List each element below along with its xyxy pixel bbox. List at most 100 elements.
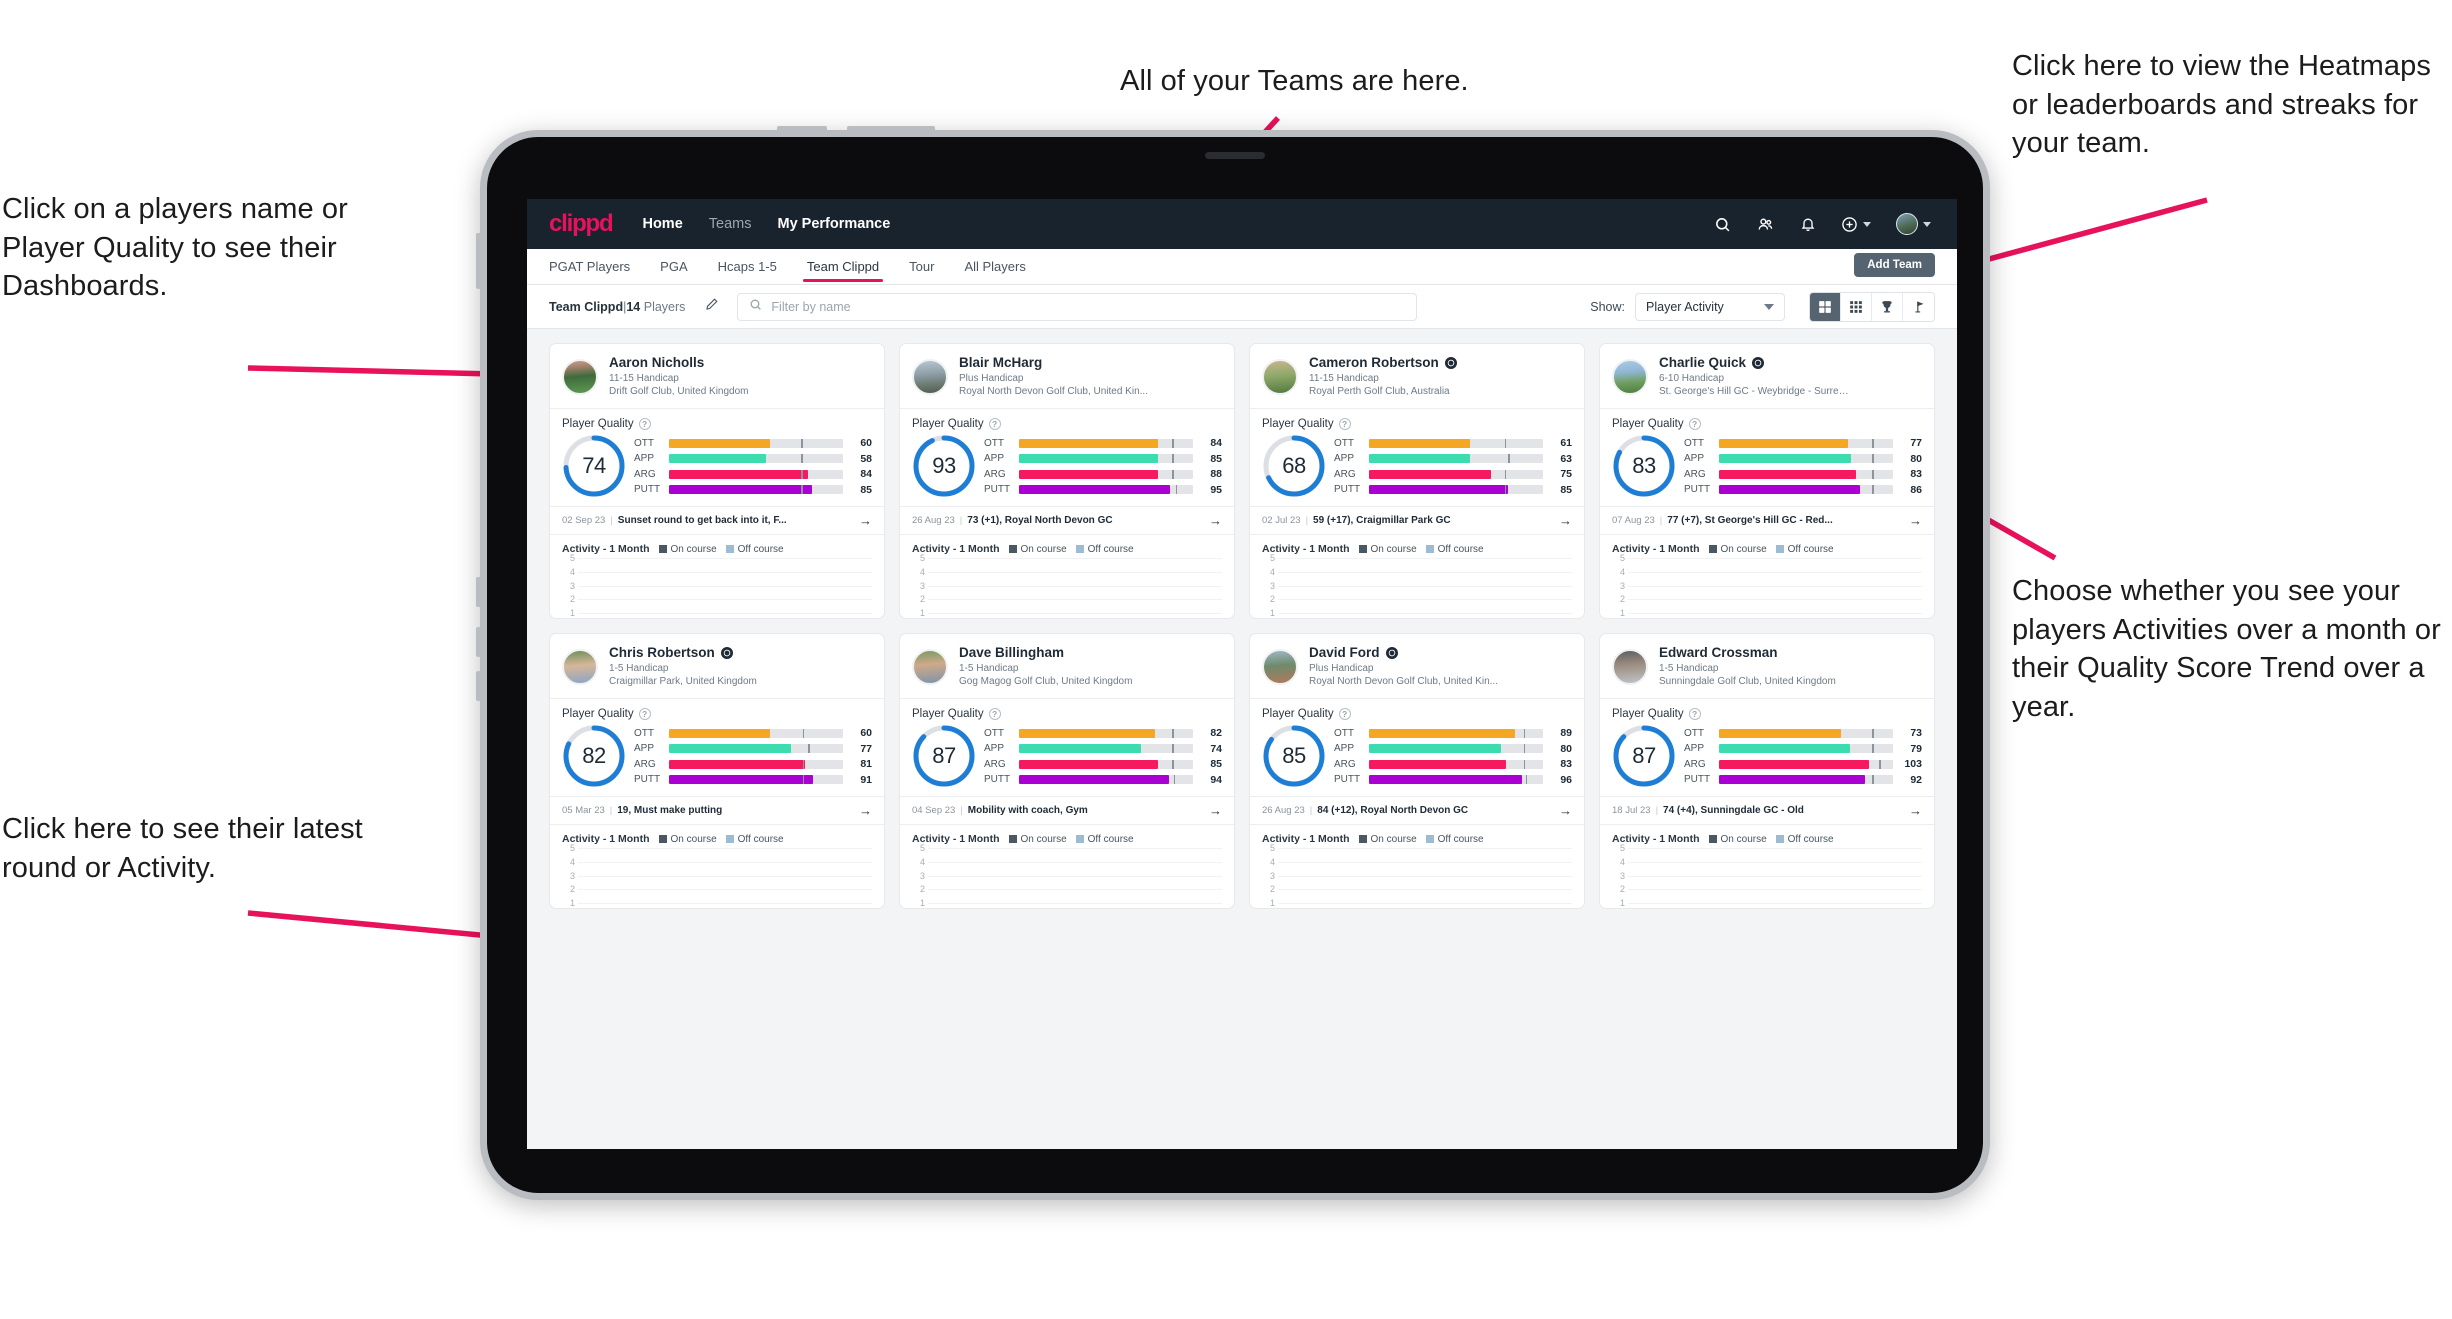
player-avatar[interactable]: [1262, 358, 1298, 395]
question-mark-icon[interactable]: ?: [638, 708, 651, 721]
metric-bar-fill: [1019, 775, 1169, 785]
question-mark-icon[interactable]: ?: [1688, 708, 1701, 721]
player-name[interactable]: Edward Crossman: [1659, 645, 1836, 660]
player-quality-ring[interactable]: 87: [912, 724, 976, 788]
latest-activity-row[interactable]: 26 Aug 23 | 84 (+12), Royal North Devon …: [1250, 796, 1584, 826]
plus-circle-menu[interactable]: [1841, 216, 1871, 233]
bell-icon[interactable]: [1800, 216, 1816, 233]
player-card[interactable]: Chris Robertson 1-5 Handicap Craigmillar…: [549, 633, 885, 909]
player-card[interactable]: Dave Billingham 1-5 Handicap Gog Magog G…: [899, 633, 1235, 909]
player-card-header[interactable]: Blair McHarg Plus Handicap Royal North D…: [900, 344, 1234, 408]
player-quality-ring[interactable]: 83: [1612, 434, 1676, 498]
player-quality-ring[interactable]: 93: [912, 434, 976, 498]
tab-all-players[interactable]: All Players: [964, 249, 1025, 285]
search-input[interactable]: Filter by name: [737, 292, 1418, 321]
player-quality-ring[interactable]: 74: [562, 434, 626, 498]
latest-activity-row[interactable]: 18 Jul 23 | 74 (+4), Sunningdale GC - Ol…: [1600, 796, 1934, 826]
show-select[interactable]: Player Activity: [1635, 292, 1785, 321]
player-avatar[interactable]: [1612, 648, 1648, 685]
player-name[interactable]: David Ford: [1309, 645, 1498, 660]
player-name[interactable]: Blair McHarg: [959, 355, 1148, 370]
plus-circle-icon[interactable]: [1841, 216, 1858, 233]
player-card-header[interactable]: Chris Robertson 1-5 Handicap Craigmillar…: [550, 634, 884, 698]
people-icon[interactable]: [1756, 216, 1775, 233]
player-quality-ring[interactable]: 82: [562, 724, 626, 788]
player-name[interactable]: Chris Robertson: [609, 645, 757, 660]
arrow-right-icon[interactable]: →: [1209, 804, 1222, 817]
arrow-right-icon[interactable]: →: [1559, 804, 1572, 817]
player-avatar[interactable]: [562, 648, 598, 685]
player-card[interactable]: Cameron Robertson 11-15 Handicap Royal P…: [1249, 343, 1585, 619]
arrow-right-icon[interactable]: →: [1209, 514, 1222, 527]
player-card-header[interactable]: Edward Crossman 1-5 Handicap Sunningdale…: [1600, 634, 1934, 698]
legend-swatch-on-icon: [1358, 545, 1367, 554]
chart-y-tick: 5: [919, 553, 925, 564]
latest-activity-row[interactable]: 26 Aug 23 | 73 (+1), Royal North Devon G…: [900, 506, 1234, 536]
metric-bar-tick: [1172, 728, 1174, 738]
tab-pga[interactable]: PGA: [660, 249, 687, 285]
tab-team-clippd[interactable]: Team Clippd: [802, 249, 884, 285]
arrow-right-icon[interactable]: →: [1559, 514, 1572, 527]
player-card-header[interactable]: Cameron Robertson 11-15 Handicap Royal P…: [1250, 344, 1584, 408]
player-card-header[interactable]: Aaron Nicholls 11-15 Handicap Drift Golf…: [550, 344, 884, 408]
player-name[interactable]: Dave Billingham: [959, 645, 1132, 660]
player-name[interactable]: Aaron Nicholls: [609, 355, 749, 370]
player-quality-ring[interactable]: 87: [1612, 724, 1676, 788]
player-avatar[interactable]: [1612, 358, 1648, 395]
brand-logo[interactable]: clippd: [549, 210, 614, 238]
activity-header: Activity - 1 Month On course Off course: [1600, 535, 1934, 558]
player-card-header[interactable]: Charlie Quick 6-10 Handicap St. George's…: [1600, 344, 1934, 408]
player-quality-ring[interactable]: 68: [1262, 434, 1326, 498]
flag-icon-button[interactable]: [1903, 292, 1934, 321]
question-mark-icon[interactable]: ?: [988, 708, 1001, 721]
question-mark-icon[interactable]: ?: [1338, 418, 1351, 431]
question-mark-icon[interactable]: ?: [988, 418, 1001, 431]
profile-menu[interactable]: [1896, 213, 1931, 235]
metric-value: 95: [1210, 483, 1222, 496]
edit-team-button[interactable]: [699, 294, 725, 320]
player-name[interactable]: Cameron Robertson: [1309, 355, 1457, 370]
add-team-button[interactable]: Add Team: [1854, 253, 1935, 277]
player-name-text: Cameron Robertson: [1309, 355, 1439, 370]
arrow-right-icon[interactable]: →: [1909, 514, 1922, 527]
arrow-right-icon[interactable]: →: [859, 804, 872, 817]
nav-link-teams[interactable]: Teams: [709, 216, 752, 232]
player-avatar[interactable]: [1262, 648, 1298, 685]
player-card[interactable]: Edward Crossman 1-5 Handicap Sunningdale…: [1599, 633, 1935, 909]
metric-bar-track: [1719, 438, 1893, 448]
latest-activity-row[interactable]: 04 Sep 23 | Mobility with coach, Gym →: [900, 796, 1234, 826]
question-mark-icon[interactable]: ?: [1688, 418, 1701, 431]
player-avatar[interactable]: [912, 648, 948, 685]
player-card-header[interactable]: David Ford Plus Handicap Royal North Dev…: [1250, 634, 1584, 698]
grid-small-icon-button[interactable]: [1841, 292, 1872, 321]
player-card[interactable]: Charlie Quick 6-10 Handicap St. George's…: [1599, 343, 1935, 619]
player-quality-ring[interactable]: 85: [1262, 724, 1326, 788]
latest-activity-row[interactable]: 07 Aug 23 | 77 (+7), St George's Hill GC…: [1600, 506, 1934, 536]
avatar[interactable]: [1896, 213, 1918, 235]
chart-slot: [1327, 848, 1376, 908]
tab-pgat-players[interactable]: PGAT Players: [549, 249, 630, 285]
player-avatar[interactable]: [912, 358, 948, 395]
trophy-icon-button[interactable]: [1872, 292, 1903, 321]
latest-activity-row[interactable]: 02 Sep 23 | Sunset round to get back int…: [550, 506, 884, 536]
latest-activity-row[interactable]: 05 Mar 23 | 19, Must make putting →: [550, 796, 884, 826]
nav-link-my-performance[interactable]: My Performance: [777, 216, 890, 232]
tab-tour[interactable]: Tour: [909, 249, 934, 285]
latest-activity-row[interactable]: 02 Jul 23 | 59 (+17), Craigmillar Park G…: [1250, 506, 1584, 536]
nav-link-home[interactable]: Home: [642, 216, 682, 232]
player-card[interactable]: Blair McHarg Plus Handicap Royal North D…: [899, 343, 1235, 619]
player-quality-title: Player Quality ?: [1600, 409, 1934, 432]
arrow-right-icon[interactable]: →: [1909, 804, 1922, 817]
question-mark-icon[interactable]: ?: [1338, 708, 1351, 721]
grid-large-icon-button[interactable]: [1810, 292, 1841, 321]
player-card[interactable]: Aaron Nicholls 11-15 Handicap Drift Golf…: [549, 343, 885, 619]
player-name[interactable]: Charlie Quick: [1659, 355, 1851, 370]
search-icon[interactable]: [1714, 216, 1731, 233]
tab-hcaps-1-5[interactable]: Hcaps 1-5: [718, 249, 777, 285]
player-avatar[interactable]: [562, 358, 598, 395]
metric-bar-fill: [1369, 485, 1509, 495]
arrow-right-icon[interactable]: →: [859, 514, 872, 527]
question-mark-icon[interactable]: ?: [638, 418, 651, 431]
player-card-header[interactable]: Dave Billingham 1-5 Handicap Gog Magog G…: [900, 634, 1234, 698]
player-card[interactable]: David Ford Plus Handicap Royal North Dev…: [1249, 633, 1585, 909]
